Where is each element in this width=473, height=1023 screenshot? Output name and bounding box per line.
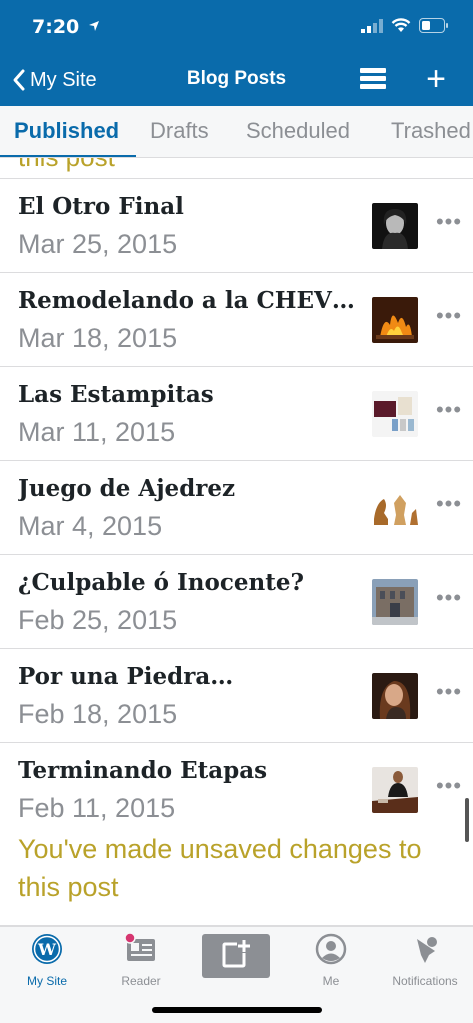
post-row[interactable]: Remodelando a la CHEV… Mar 18, 2015 ••• — [0, 272, 473, 366]
bell-icon — [417, 937, 437, 963]
reader-icon — [124, 932, 155, 961]
chevron-left-icon — [13, 69, 25, 91]
post-title: Remodelando a la CHEV… — [18, 287, 355, 314]
building-photo-thumbnail — [372, 579, 418, 625]
post-date: Mar 18, 2015 — [18, 323, 178, 353]
tab-new-post[interactable] — [189, 933, 283, 984]
home-indicator[interactable] — [152, 1007, 322, 1013]
partial-unsaved-note: this post — [18, 158, 115, 173]
post-status-tabs: Published Drafts Scheduled Trashed — [0, 106, 473, 158]
post-row[interactable]: Juego de Ajedrez Mar 4, 2015 ••• — [0, 460, 473, 554]
status-indicators — [361, 18, 449, 33]
time-label: 7:20 — [32, 16, 80, 38]
more-options-button[interactable]: ••• — [434, 679, 464, 709]
post-date: Feb 18, 2015 — [18, 699, 178, 729]
post-date: Feb 25, 2015 — [18, 605, 178, 635]
post-row[interactable]: Las Estampitas Mar 11, 2015 ••• — [0, 366, 473, 460]
navigation-bar: My Site Blog Posts + — [0, 56, 473, 106]
more-options-button[interactable]: ••• — [434, 209, 464, 239]
tab-reader-label: Reader — [121, 974, 161, 988]
signal-icon — [361, 18, 383, 33]
scrollbar[interactable] — [465, 798, 469, 842]
unsaved-changes-notice: You've made unsaved changes to this post — [0, 818, 473, 926]
post-date: Mar 25, 2015 — [18, 229, 178, 259]
tab-me[interactable]: Me — [284, 933, 378, 988]
tab-me-label: Me — [322, 974, 340, 988]
tab-published[interactable]: Published — [14, 118, 119, 144]
tab-my-site-label: My Site — [26, 974, 67, 988]
location-arrow-icon — [88, 21, 99, 31]
post-title: Juego de Ajedrez — [18, 475, 236, 502]
more-options-button[interactable]: ••• — [434, 397, 464, 427]
tab-scheduled[interactable]: Scheduled — [246, 118, 350, 144]
battery-icon — [419, 18, 448, 33]
add-post-button[interactable]: + — [420, 62, 452, 98]
post-title: Por una Piedra… — [18, 663, 234, 690]
fireplace-photo-thumbnail — [372, 297, 418, 343]
prayer-cards-photo-thumbnail — [372, 391, 418, 437]
post-title: El Otro Final — [18, 193, 184, 220]
wordpress-logo-icon: W — [32, 934, 62, 964]
more-options-button[interactable]: ••• — [434, 585, 464, 615]
post-date: Mar 4, 2015 — [18, 511, 163, 541]
unsaved-changes-text: You've made unsaved changes to this post — [18, 834, 422, 902]
back-button[interactable]: My Site — [12, 64, 97, 96]
tab-notifications-label: Notifications — [392, 974, 458, 988]
status-bar: 7:20 — [0, 0, 473, 56]
post-row[interactable]: Por una Piedra… Feb 18, 2015 ••• — [0, 648, 473, 742]
tab-trashed[interactable]: Trashed — [391, 118, 471, 144]
new-post-icon — [202, 934, 270, 978]
post-title: Las Estampitas — [18, 381, 214, 408]
more-options-button[interactable]: ••• — [434, 491, 464, 521]
post-row[interactable]: El Otro Final Mar 25, 2015 ••• — [0, 178, 473, 272]
tab-notifications[interactable]: Notifications — [378, 933, 472, 988]
svg-text:W: W — [37, 940, 57, 959]
more-options-button[interactable]: ••• — [434, 303, 464, 333]
user-icon — [315, 933, 347, 965]
back-button-label: My Site — [30, 68, 97, 91]
more-options-button[interactable]: ••• — [434, 773, 464, 803]
chess-pieces-photo-thumbnail — [372, 485, 418, 531]
post-title: ¿Culpable ó Inocente? — [18, 569, 304, 596]
status-time: 7:20 — [32, 16, 100, 38]
post-row[interactable]: ¿Culpable ó Inocente? Feb 25, 2015 ••• — [0, 554, 473, 648]
portrait-photo-thumbnail — [372, 203, 418, 249]
post-title: Terminando Etapas — [18, 757, 268, 784]
list-view-toggle-icon[interactable] — [360, 68, 386, 92]
man-at-desk-photo-thumbnail — [372, 767, 418, 813]
tab-my-site[interactable]: W My Site — [0, 933, 94, 988]
reader-notification-dot — [124, 932, 136, 944]
post-list[interactable]: this post El Otro Final Mar 25, 2015 •••… — [0, 158, 473, 926]
tab-reader[interactable]: Reader — [94, 932, 188, 988]
tab-drafts[interactable]: Drafts — [150, 118, 209, 144]
wifi-icon — [391, 18, 411, 32]
woman-photo-thumbnail — [372, 673, 418, 719]
post-date: Mar 11, 2015 — [18, 417, 176, 447]
